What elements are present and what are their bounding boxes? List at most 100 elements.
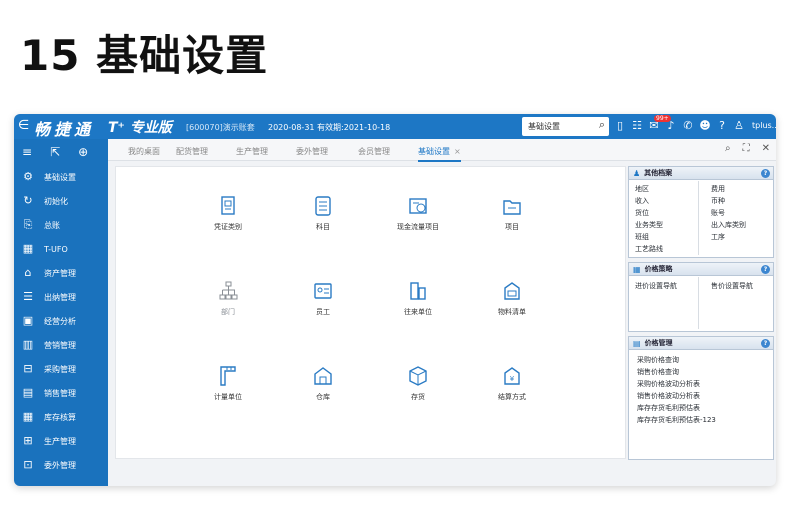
function-tile[interactable]: 现金流量项目 xyxy=(378,195,458,232)
table-icon: ▦ xyxy=(633,264,641,274)
price-report-link[interactable]: 采购价格查询 xyxy=(637,355,679,365)
function-tile[interactable]: 科目 xyxy=(283,195,363,232)
archive-link[interactable]: 工艺路线 xyxy=(635,244,663,254)
sidebar-item-label: 基础设置 xyxy=(44,172,76,182)
archive-link[interactable]: 币种 xyxy=(711,196,725,206)
panel-title: 价格策略 xyxy=(644,265,673,273)
inventory-icon xyxy=(408,365,428,387)
sidebar-item[interactable]: ⊟ 采购管理 xyxy=(14,357,108,381)
user-name[interactable]: tplus... xyxy=(752,121,776,130)
function-tile-label: 仓库 xyxy=(316,393,330,401)
panel-price-policy: ▦ 价格策略 ? 进价设置导航 售价设置导航 xyxy=(628,262,774,332)
archive-link[interactable]: 费用 xyxy=(711,184,725,194)
function-tile[interactable]: 项目 xyxy=(472,195,552,232)
panel-header: ▦ 价格策略 ? xyxy=(629,263,773,276)
archive-link[interactable]: 收入 xyxy=(635,196,649,206)
fullscreen-icon[interactable]: ⛶ xyxy=(743,143,750,154)
help-icon[interactable]: ? xyxy=(761,265,770,274)
help-icon[interactable]: ? xyxy=(761,339,770,348)
sidebar-item[interactable]: ▣ 经营分析 xyxy=(14,309,108,333)
function-tile-label: 存货 xyxy=(411,393,425,401)
account-set[interactable]: [600070]演示账套 xyxy=(186,122,255,133)
tab-production[interactable]: 生产管理 xyxy=(236,146,268,157)
phone-icon[interactable]: ✆ xyxy=(682,119,694,132)
price-report-link[interactable]: 销售价格波动分析表 xyxy=(637,391,700,401)
function-tile[interactable]: 仓库 xyxy=(283,365,363,402)
collapse-icon[interactable]: ⇱ xyxy=(50,145,60,159)
function-tile[interactable]: 物料清单 xyxy=(472,280,552,317)
sidebar-item[interactable]: ⊡ 委外管理 xyxy=(14,453,108,477)
sidebar-item[interactable]: ⌂ 资产管理 xyxy=(14,261,108,285)
function-tile[interactable]: 计量单位 xyxy=(188,365,268,402)
sidebar-item[interactable]: ▦ T-UFO xyxy=(14,237,108,261)
notification-badge: 99+ xyxy=(654,115,671,122)
archive-link[interactable]: 地区 xyxy=(635,184,649,194)
function-tile[interactable]: ¥ 结算方式 xyxy=(472,365,552,402)
help-icon[interactable]: ? xyxy=(716,119,728,132)
function-tile-label: 项目 xyxy=(505,223,519,231)
price-report-link[interactable]: 库存存货毛利预估表 xyxy=(637,403,700,413)
list-icon[interactable]: ≡ xyxy=(22,145,32,159)
add-icon[interactable]: ⊕ xyxy=(78,145,88,159)
archive-link[interactable]: 货位 xyxy=(635,208,649,218)
checklist-icon[interactable]: ☷ xyxy=(631,119,643,132)
menu-toggle-icon[interactable]: ∈ xyxy=(18,118,29,133)
gear-icon: ⚙ xyxy=(23,170,33,183)
sidebar-item[interactable]: ▦ 库存核算 xyxy=(14,405,108,429)
voucher-icon xyxy=(218,195,238,217)
tab-distribution[interactable]: 配货管理 xyxy=(176,146,208,157)
subject-icon xyxy=(313,195,333,217)
search-icon[interactable]: ⌕ xyxy=(725,143,731,154)
sidebar-item[interactable]: ⚙ 基础设置 xyxy=(14,165,108,189)
stock-icon: ▦ xyxy=(22,410,34,423)
sidebar-item[interactable]: ▤ 销售管理 xyxy=(14,381,108,405)
sidebar-item[interactable]: ☰ 出纳管理 xyxy=(14,285,108,309)
search-input[interactable]: 基础设置 ⌕ xyxy=(522,117,609,136)
sidebar-item-label: T-UFO xyxy=(44,244,68,254)
help-icon[interactable]: ? xyxy=(761,169,770,178)
divider xyxy=(698,277,699,329)
tab-bar: 我的桌面 配货管理 生产管理 委外管理 会员管理 基础设置 × ⌕ ⛶ ✕ xyxy=(108,139,776,162)
archive-link[interactable]: 业务类型 xyxy=(635,220,663,230)
link-sale-price-nav[interactable]: 售价设置导航 xyxy=(711,281,753,291)
function-tile[interactable]: 凭证类别 xyxy=(188,195,268,232)
panel-title: 其他档案 xyxy=(644,169,673,177)
sidebar-item[interactable]: ▥ 营销管理 xyxy=(14,333,108,357)
function-tile[interactable]: 部门 xyxy=(188,280,268,317)
function-tile[interactable]: 员工 xyxy=(283,280,363,317)
mascot-icon[interactable]: ☻ xyxy=(699,119,711,132)
price-report-link[interactable]: 采购价格波动分析表 xyxy=(637,379,700,389)
sidebar-item[interactable]: ↻ 初始化 xyxy=(14,189,108,213)
price-report-link[interactable]: 库存存货毛利预估表-123 xyxy=(637,415,716,425)
function-tile[interactable]: 存货 xyxy=(378,365,458,402)
link-purchase-price-nav[interactable]: 进价设置导航 xyxy=(635,281,677,291)
refresh-icon: ↻ xyxy=(23,194,33,207)
close-window-icon[interactable]: ✕ xyxy=(762,143,770,154)
warehouse-icon xyxy=(313,365,333,387)
close-icon[interactable]: × xyxy=(454,147,461,156)
function-tile[interactable]: 往来单位 xyxy=(378,280,458,317)
sidebar-item-label: 采购管理 xyxy=(44,364,76,374)
archive-link[interactable]: 账号 xyxy=(711,208,725,218)
tab-basic-settings[interactable]: 基础设置 × xyxy=(418,146,461,162)
sidebar-item[interactable]: ⊞ 生产管理 xyxy=(14,429,108,453)
price-report-link[interactable]: 销售价格查询 xyxy=(637,367,679,377)
archive-link[interactable]: 班组 xyxy=(635,232,649,242)
monitor-icon: ▣ xyxy=(22,314,34,327)
unit-icon xyxy=(218,365,238,387)
user-icon[interactable]: ♙ xyxy=(733,119,745,132)
sidebar-tools: ≡ ⇱ ⊕ xyxy=(22,145,88,159)
tab-desktop[interactable]: 我的桌面 xyxy=(128,146,160,157)
sidebar-item-label: 营销管理 xyxy=(44,340,76,350)
panel-price-management: ▤ 价格管理 ? 采购价格查询 销售价格查询 采购价格波动分析表 销售价格波动分析表库… xyxy=(628,336,774,460)
search-icon[interactable]: ⌕ xyxy=(599,118,605,132)
tab-outsource[interactable]: 委外管理 xyxy=(296,146,328,157)
archive-link[interactable]: 工序 xyxy=(711,232,725,242)
cart-icon: ⊟ xyxy=(23,362,33,375)
function-tile-label: 计量单位 xyxy=(214,393,242,401)
archive-link[interactable]: 出入库类别 xyxy=(711,220,746,230)
sidebar-item[interactable]: ⎘ 总账 xyxy=(14,213,108,237)
tab-member[interactable]: 会员管理 xyxy=(358,146,390,157)
function-tile-label: 部门 xyxy=(221,308,235,316)
document-icon[interactable]: ▯ xyxy=(614,119,626,132)
